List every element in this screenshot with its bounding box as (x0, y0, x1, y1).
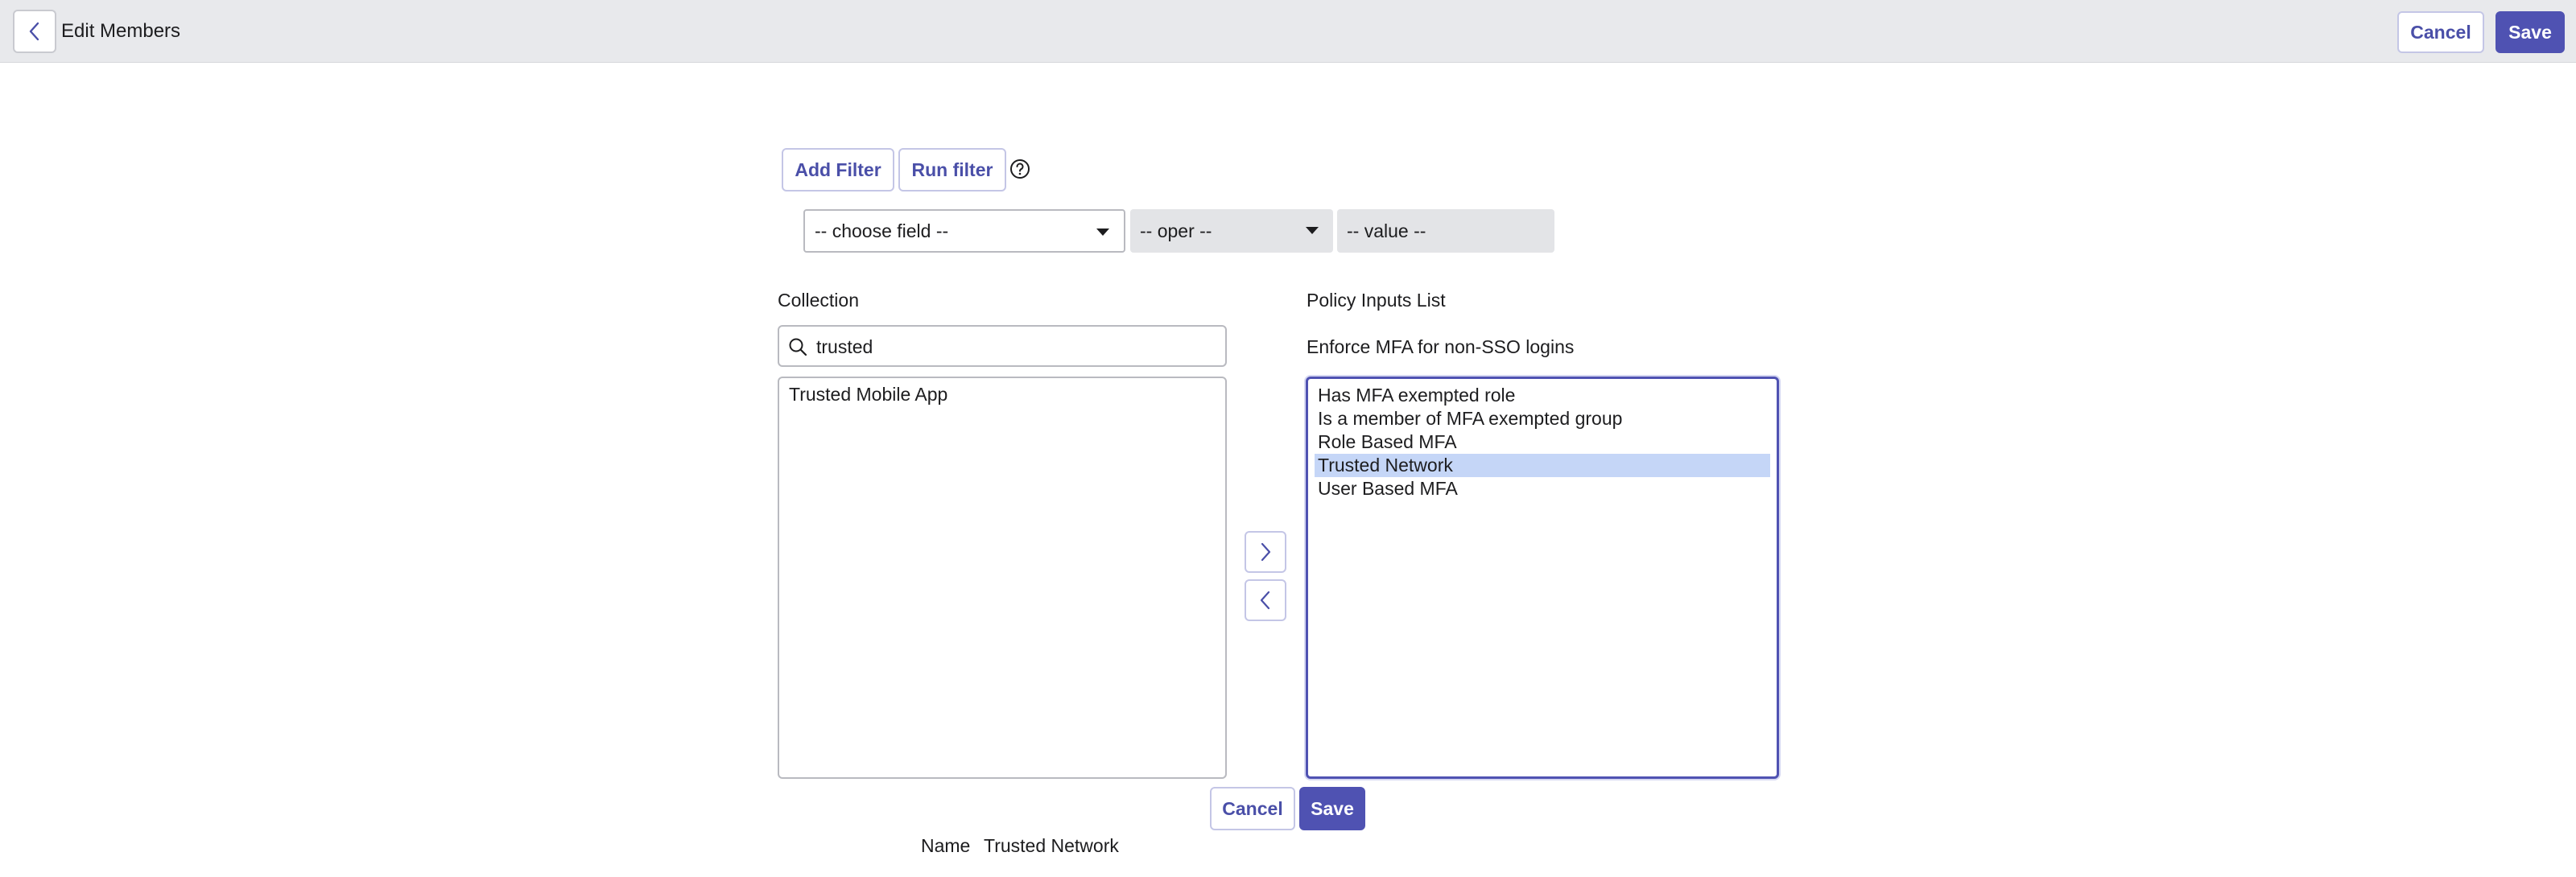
policy-inputs-listbox[interactable]: Has MFA exempted role Is a member of MFA… (1306, 377, 1779, 779)
policy-list-item[interactable]: Role Based MFA (1315, 430, 1770, 454)
cancel-button[interactable]: Cancel (1210, 787, 1295, 830)
add-filter-button[interactable]: Add Filter (782, 148, 894, 191)
policy-list-item[interactable]: User Based MFA (1315, 477, 1770, 500)
save-button[interactable]: Save (1299, 787, 1365, 830)
add-to-list-button[interactable] (1245, 531, 1286, 573)
collection-search-input[interactable]: trusted (778, 325, 1227, 367)
help-circle-icon[interactable] (1009, 158, 1031, 180)
policy-list-item[interactable]: Has MFA exempted role (1315, 384, 1770, 407)
operator-select[interactable]: -- oper -- (1130, 209, 1333, 253)
collection-list-item[interactable]: Trusted Mobile App (786, 383, 1219, 406)
collection-listbox[interactable]: Trusted Mobile App (778, 377, 1227, 779)
policy-list-item[interactable]: Is a member of MFA exempted group (1315, 407, 1770, 430)
header-bar: Edit Members Cancel Save (0, 0, 2576, 63)
policy-name-label: Enforce MFA for non-SSO logins (1307, 336, 1575, 357)
filter-value-placeholder: -- value -- (1347, 220, 1426, 241)
header-save-button[interactable]: Save (2496, 11, 2565, 53)
choose-field-value: -- choose field -- (815, 220, 949, 241)
search-icon (789, 338, 807, 356)
run-filter-button[interactable]: Run filter (898, 148, 1006, 191)
back-button[interactable] (13, 10, 56, 53)
chevron-left-icon (1260, 591, 1270, 610)
page-title: Edit Members (61, 20, 181, 42)
collection-label: Collection (778, 290, 859, 311)
choose-field-select[interactable]: -- choose field -- (803, 209, 1125, 253)
filter-value-input[interactable]: -- value -- (1337, 209, 1554, 253)
chevron-left-icon (29, 22, 39, 41)
name-label: Name (921, 835, 971, 856)
header-cancel-button[interactable]: Cancel (2397, 11, 2484, 53)
collection-search-value: trusted (816, 336, 873, 357)
chevron-right-icon (1261, 542, 1271, 562)
name-value: Trusted Network (984, 835, 1119, 856)
operator-value: -- oper -- (1140, 220, 1212, 241)
policy-inputs-label: Policy Inputs List (1307, 290, 1446, 311)
caret-down-icon (1306, 227, 1319, 234)
remove-from-list-button[interactable] (1245, 579, 1286, 621)
policy-list-item-selected[interactable]: Trusted Network (1315, 454, 1770, 477)
caret-down-icon (1096, 229, 1109, 236)
